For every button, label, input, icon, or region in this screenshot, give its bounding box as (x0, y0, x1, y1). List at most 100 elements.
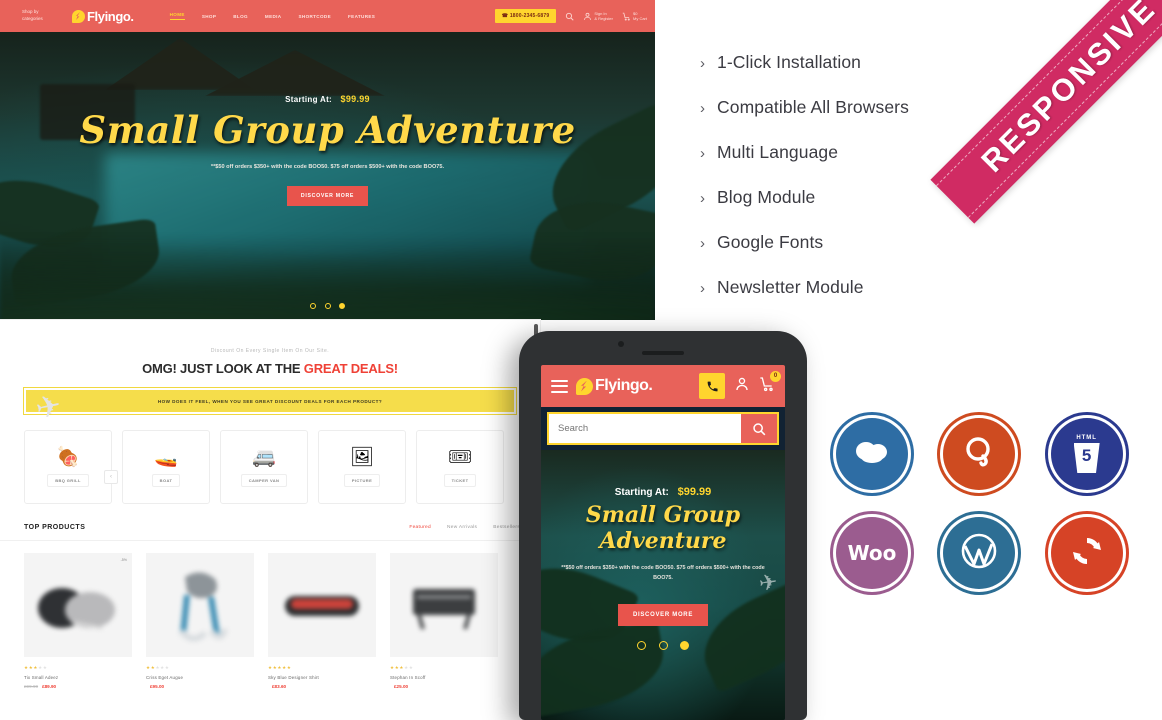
product-card[interactable]: ★★★★★ Sky Blue Designer Shirt £83.60 (268, 553, 376, 689)
product-current-price: £25.00 (394, 684, 409, 689)
nav-item-home[interactable]: HOME (169, 12, 185, 20)
hamburger-icon[interactable] (551, 376, 568, 396)
feature-label-google-fonts: Google Fonts (717, 232, 824, 252)
product-grid: -5% ★★★★★ Tix Small Adeez £99.90 £89.90 ★… (0, 541, 540, 689)
cart-link[interactable]: $0 My Cart (622, 11, 647, 22)
search-icon[interactable] (565, 12, 574, 21)
picture-icon: 🖼 (349, 446, 375, 468)
feature-label-multi-language: Multi Language (717, 142, 839, 162)
shop-by-categories-label[interactable]: Shop by categories (22, 9, 56, 22)
bootstrap-icon (854, 439, 890, 470)
feature-item: › Blog Module (700, 187, 1162, 208)
category-label: PICTURE (343, 473, 381, 487)
shop-page-preview: ✈ Discount On Every Single Item On Our S… (0, 320, 540, 720)
category-label: BBQ GRILL (47, 473, 89, 487)
header-phone-button[interactable]: ☎ 1800-2345-6879 (494, 9, 557, 23)
category-carousel: ‹ 🍖 BBQ GRILL 🚤 BOAT 🚐 CAMPER VAN 🖼 PICT… (0, 414, 540, 504)
badge-updates (1050, 517, 1123, 589)
chevron-right-icon: › (700, 235, 705, 252)
product-card[interactable]: ★★★★★ Criss Eget Augue £95.00 (146, 553, 254, 689)
hero-slider: Starting At: $99.99 Small Group Adventur… (0, 32, 655, 320)
feature-label-blog-module: Blog Module (717, 187, 816, 207)
jquery-icon (961, 434, 997, 475)
mobile-site-header: Flyingo. 0 (541, 365, 785, 407)
deals-title-accent: GREAT DEALS! (303, 361, 398, 376)
hero-carousel-dots (0, 296, 655, 314)
product-rating: ★★★★★ (24, 665, 48, 670)
product-image (146, 553, 254, 657)
category-prev-arrow[interactable]: ‹ (104, 470, 118, 484)
nav-item-shortcode[interactable]: SHORTCODE (298, 14, 331, 19)
category-card-ticket[interactable]: 🎟 TICKET (416, 430, 504, 504)
chevron-right-icon: › (700, 280, 705, 297)
nav-item-blog[interactable]: BLOG (233, 14, 248, 19)
hero-starting-price-row: Starting At: $99.99 (0, 94, 655, 104)
category-card-boat[interactable]: 🚤 BOAT (122, 430, 210, 504)
mobile-hero-starting-price: $99.99 (677, 486, 712, 498)
tab-bestsellers[interactable]: Bestsellers (493, 525, 520, 530)
product-price: £25.00 (390, 684, 498, 689)
hero-dot-2[interactable] (324, 303, 331, 309)
user-icon[interactable] (734, 376, 750, 397)
badge-jquery (943, 418, 1016, 490)
hero-dot-3[interactable] (338, 303, 345, 309)
feature-label-newsletter-module: Newsletter Module (717, 277, 864, 297)
product-rating: ★★★★★ (146, 665, 170, 670)
mobile-hero-slider: ✈ Starting At: $99.99 Small Group Advent… (541, 450, 785, 720)
hero-discover-more-button[interactable]: DISCOVER MORE (286, 186, 369, 207)
account-link[interactable]: Sign In & Register (583, 11, 613, 22)
mobile-search-bar (547, 412, 779, 445)
hero-subtitle: **$50 off orders $350+ with the code BOO… (210, 164, 445, 170)
category-card-camper-van[interactable]: 🚐 CAMPER VAN (220, 430, 308, 504)
mobile-screen: Flyingo. 0 Search ✈ Starting At: $99.99 … (541, 365, 785, 720)
account-signin-label: Sign In (594, 10, 607, 16)
mobile-site-logo[interactable]: Flyingo. (576, 377, 653, 395)
tab-new-arrivals[interactable]: New Arrivals (447, 525, 477, 530)
hero-starting-label: Starting At: (285, 95, 332, 104)
deals-header: Discount On Every Single Item On Our Sit… (0, 320, 540, 376)
phone-icon[interactable] (699, 373, 725, 399)
badge-html5: HTML 5 (1050, 418, 1123, 490)
ticket-icon: 🎟 (447, 446, 473, 468)
category-card-picture[interactable]: 🖼 PICTURE (318, 430, 406, 504)
desktop-preview: Shop by categories Flyingo. HOME SHOP BL… (0, 0, 655, 320)
hero-dot-1[interactable] (310, 303, 317, 309)
cart-icon[interactable]: 0 (759, 370, 781, 397)
mobile-discover-more-button[interactable]: DISCOVER MORE (617, 603, 709, 626)
mobile-hero-starting-label: Starting At: (614, 487, 669, 498)
tab-featured[interactable]: Featured (409, 525, 431, 530)
nav-item-shop[interactable]: SHOP (202, 14, 216, 19)
product-name: Stephan In Scoff (390, 675, 426, 680)
product-current-price: £95.00 (150, 684, 165, 689)
feature-item: › Newsletter Module (700, 277, 1162, 298)
cart-label: My Cart (633, 16, 647, 21)
mobile-dot-1[interactable] (637, 640, 647, 650)
logo-bird-icon (72, 9, 85, 23)
deals-kicker: Discount On Every Single Item On Our Sit… (210, 348, 330, 354)
site-logo[interactable]: Flyingo. (72, 9, 134, 24)
mobile-dot-2[interactable] (658, 640, 668, 650)
search-input[interactable] (549, 423, 741, 434)
product-price: £83.60 (268, 684, 376, 689)
front-camera-icon (618, 341, 624, 347)
product-rating: ★★★★★ (390, 665, 414, 670)
cart-total: $0 (633, 10, 638, 16)
header-phone-number: 1800-2345-6879 (509, 13, 550, 19)
deals-banner-text: HOW DOES IT FEEL, WHEN YOU SEE GREAT DIS… (157, 398, 383, 404)
desktop-site-header: Shop by categories Flyingo. HOME SHOP BL… (0, 0, 655, 32)
mobile-hero-starting-row: Starting At: $99.99 (541, 486, 785, 498)
mobile-device-preview: Flyingo. 0 Search ✈ Starting At: $99.99 … (519, 331, 807, 720)
nav-item-features[interactable]: FEATURES (348, 14, 375, 19)
product-card[interactable]: ★★★★★ Stephan In Scoff £25.00 (390, 553, 498, 689)
deals-title: OMG! JUST LOOK AT THE GREAT DEALS! (0, 361, 540, 376)
search-submit-button[interactable] (741, 414, 777, 443)
product-price: £99.90 £89.90 (24, 684, 132, 689)
mobile-dot-3[interactable] (679, 640, 689, 650)
category-card-bbq-grill[interactable]: 🍖 BBQ GRILL (24, 430, 112, 504)
product-card[interactable]: -5% ★★★★★ Tix Small Adeez £99.90 £89.90 (24, 553, 132, 689)
html5-version: 5 (1073, 443, 1100, 473)
nav-item-media[interactable]: MEDIA (265, 14, 282, 19)
category-label: TICKET (443, 473, 477, 487)
product-image: -5% (24, 553, 132, 657)
chevron-right-icon: › (700, 145, 705, 162)
